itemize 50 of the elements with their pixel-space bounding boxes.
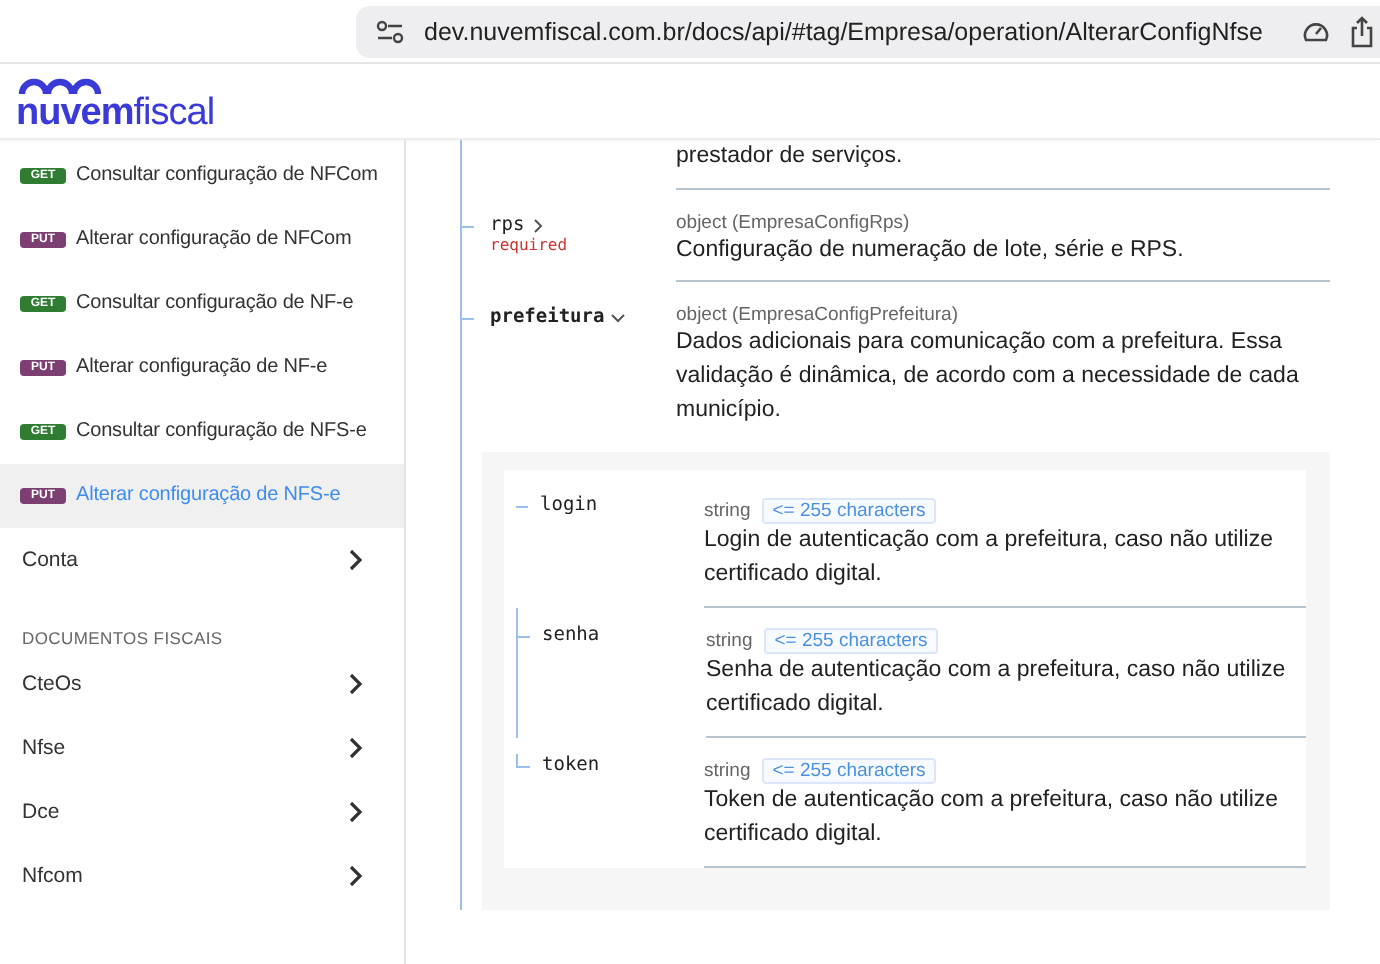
sidebar-item-label: Consultar configuração de NFCom (76, 162, 378, 190)
property-type: string (706, 630, 753, 652)
address-bar[interactable]: dev.nuvemfiscal.com.br/docs/api/#tag/Empresa/operation/AlterarConfigNfse (356, 5, 1380, 57)
sidebar-group-label: Nfse (22, 734, 66, 762)
nuvemfiscal-logo[interactable]: nuvemfiscal (0, 64, 215, 132)
property-name: login (540, 494, 598, 516)
property-name: token (542, 754, 600, 776)
sliders-icon[interactable] (376, 19, 404, 43)
sidebar-group-label: Nfcom (22, 862, 83, 890)
property-type: string (704, 760, 751, 782)
property-description: prestador de serviços. (676, 142, 905, 172)
share-icon[interactable] (1350, 15, 1375, 47)
chevron-icon[interactable] (530, 217, 547, 233)
sidebar-item-label: Alterar configuração de NFCom (76, 226, 352, 254)
sidebar-heading: DOCUMENTOS FISCAIS (20, 626, 225, 652)
sidebar-group[interactable]: Conta (0, 528, 404, 592)
sidebar-group-label: CteOs (22, 670, 82, 698)
sidebar-group[interactable]: Dce (0, 780, 404, 844)
url-text: dev.nuvemfiscal.com.br/docs/api/#tag/Empresa/operation/AlterarConfigNfse (424, 17, 1263, 45)
property-description: Dados adicionais para comunicação com a prefeitura. Essa validação é dinâmica, de acordo com a necessidade de cada município. (676, 328, 1301, 426)
constraint-tag: <= 255 characters (764, 628, 938, 654)
property-name[interactable]: prefeitura (490, 306, 605, 328)
sidebar-group[interactable]: Nfse (0, 716, 404, 780)
sidebar-group-label: Conta (22, 546, 79, 574)
property-name: senha (542, 624, 600, 646)
property-name[interactable]: rps (490, 214, 525, 236)
gauge-icon[interactable] (1302, 19, 1331, 43)
chevron-icon (348, 672, 364, 696)
sidebar-item-label: Alterar configuração de NFS-e (76, 482, 341, 510)
chevron-icon (348, 800, 364, 824)
property-type: object (EmpresaConfigPrefeitura) (676, 304, 960, 326)
sidebar-item-label: Consultar configuração de NF-e (76, 290, 354, 318)
property-type: string (704, 500, 751, 522)
chevron-icon (348, 864, 364, 888)
property-description: Senha de autenticação com a prefeitura, caso não utilize certificado digital. (706, 656, 1288, 720)
sidebar-group-label: Dce (22, 798, 60, 826)
required-label: required (490, 236, 568, 254)
sidebar-group[interactable]: CteOs (0, 652, 404, 716)
property-description: Login de autenticação com a prefeitura, caso não utilize certificado digital. (704, 526, 1275, 590)
sidebar-item-label: Consultar configuração de NFS-e (76, 418, 367, 446)
chevron-icon (348, 736, 364, 760)
property-description: Configuração de numeração de lote, série e RPS. (676, 236, 1186, 266)
sidebar-group[interactable]: Nfcom (0, 844, 404, 908)
property-type: object (EmpresaConfigRps) (676, 212, 912, 234)
property-description: Token de autenticação com a prefeitura, caso não utilize certificado digital. (704, 786, 1281, 850)
constraint-tag: <= 255 characters (762, 498, 936, 524)
chevron-icon[interactable] (610, 309, 627, 325)
chevron-icon (348, 548, 364, 572)
constraint-tag: <= 255 characters (762, 758, 936, 784)
sidebar-item-label: Alterar configuração de NF-e (76, 354, 328, 382)
